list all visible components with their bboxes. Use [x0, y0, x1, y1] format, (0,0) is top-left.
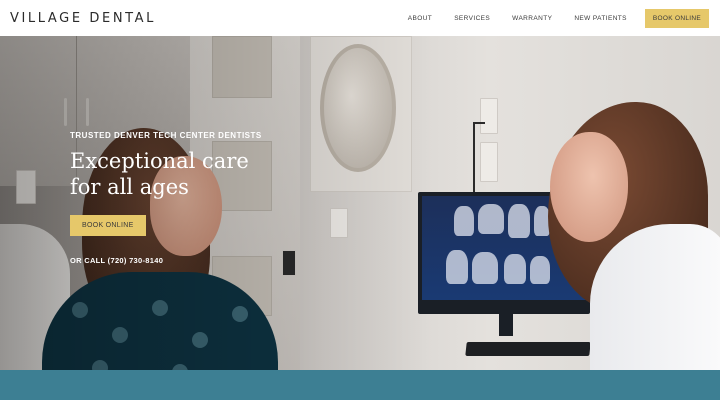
main-nav: ABOUT SERVICES WARRANTY NEW PATIENTS BOO…	[408, 0, 709, 36]
phone-callout[interactable]: OR CALL (720) 730-8140	[70, 256, 290, 265]
hero-section: TRUSTED DENVER TECH CENTER DENTISTS Exce…	[0, 36, 720, 370]
nav-new-patients[interactable]: NEW PATIENTS	[574, 15, 627, 22]
site-header: VILLAGE DENTAL ABOUT SERVICES WARRANTY N…	[0, 0, 720, 36]
headline-line-1: Exceptional care	[70, 149, 249, 173]
hero-headline: Exceptional care for all ages	[70, 148, 290, 200]
nav-warranty[interactable]: WARRANTY	[512, 15, 552, 22]
nav-about[interactable]: ABOUT	[408, 15, 432, 22]
book-online-hero-button[interactable]: BOOK ONLINE	[70, 215, 146, 236]
book-online-header-button[interactable]: BOOK ONLINE	[644, 8, 709, 28]
hero-eyebrow: TRUSTED DENVER TECH CENTER DENTISTS	[70, 131, 262, 140]
headline-line-2: for all ages	[70, 175, 189, 199]
logo[interactable]: VILLAGE DENTAL	[10, 11, 156, 26]
hero-content: TRUSTED DENVER TECH CENTER DENTISTS Exce…	[70, 131, 290, 265]
nav-services[interactable]: SERVICES	[454, 15, 490, 22]
section-band	[0, 370, 720, 400]
